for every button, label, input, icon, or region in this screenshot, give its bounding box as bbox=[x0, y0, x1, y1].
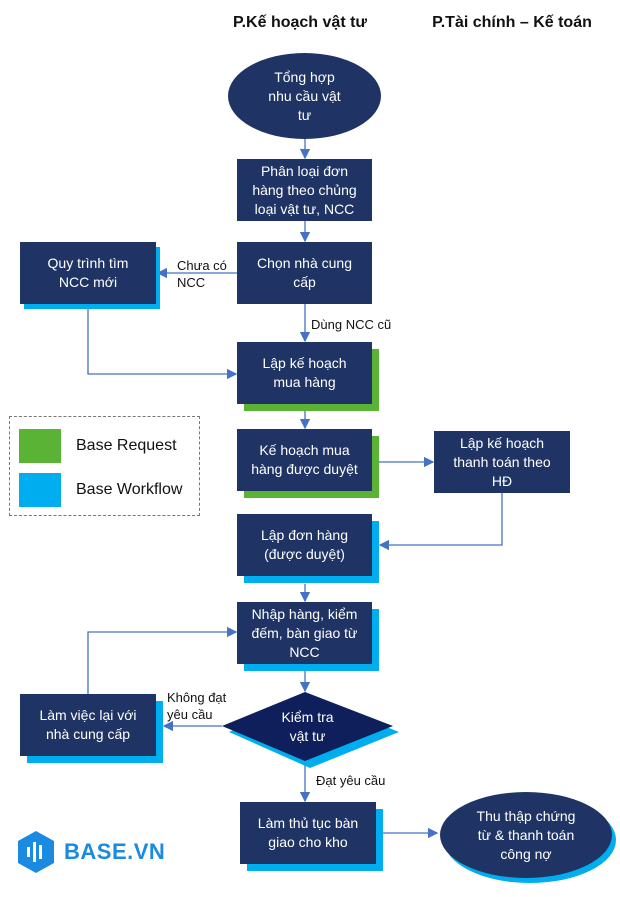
logo-text: BASE.VN bbox=[64, 839, 166, 864]
node-chon-ncc: Chọn nhà cung cấp bbox=[237, 242, 372, 304]
node-lap-ke-hoach: Lập kế hoạch mua hàng bbox=[237, 342, 372, 404]
edge-label-dat: Đạt yêu cầu bbox=[316, 773, 386, 788]
legend-label-request: Base Request bbox=[76, 437, 177, 454]
edge-label-khong-dat: Không đạt yêu cầu bbox=[167, 690, 227, 722]
node-phan-loai: Phân loại đơn hàng theo chủng loại vật t… bbox=[237, 159, 372, 221]
arrow-lamvieclai-nhaphang bbox=[87, 626, 238, 694]
node-ban-giao: Làm thủ tục bàn giao cho kho bbox=[240, 802, 376, 864]
base-logo-icon bbox=[18, 831, 54, 873]
edge-label-chua-co: Chưa có NCC bbox=[177, 258, 227, 290]
base-vn-logo: BASE.VN bbox=[16, 830, 165, 874]
node-ke-hoach-duyet: Kế hoạch mua hàng được duyệt bbox=[237, 429, 372, 491]
legend-swatch-request bbox=[19, 429, 61, 463]
arrow-quytrinh-lapkehoach bbox=[87, 304, 238, 380]
node-tong-hop: Tổng hợp nhu cầu vật tư bbox=[228, 53, 381, 139]
node-kiem-tra-label: Kiểm tra vật tư bbox=[281, 709, 334, 744]
node-quy-trinh-tim-ncc: Quy trình tìm NCC mới bbox=[20, 242, 156, 304]
arrow-thanhtoan-donhang bbox=[378, 493, 503, 551]
node-lam-viec-lai: Làm việc lại với nhà cung cấp bbox=[20, 694, 156, 756]
node-lap-don-hang: Lập đơn hàng (được duyệt) bbox=[237, 514, 372, 576]
legend: Base Request Base Workflow bbox=[9, 416, 200, 516]
node-thu-thap: Thu thập chứng từ & thanh toán công nợ bbox=[440, 792, 612, 878]
legend-label-workflow: Base Workflow bbox=[76, 481, 183, 498]
legend-swatch-workflow bbox=[19, 473, 61, 507]
edge-label-dung-ncc-cu: Dùng NCC cũ bbox=[311, 317, 392, 332]
flowchart: P.Kế hoạch vật tư P.Tài chính – Kế toán … bbox=[0, 0, 620, 897]
node-nhap-hang: Nhập hàng, kiểm đếm, bàn giao từ NCC bbox=[237, 602, 372, 664]
node-ke-hoach-thanh-toan: Lập kế hoạch thanh toán theo HĐ bbox=[434, 431, 570, 493]
